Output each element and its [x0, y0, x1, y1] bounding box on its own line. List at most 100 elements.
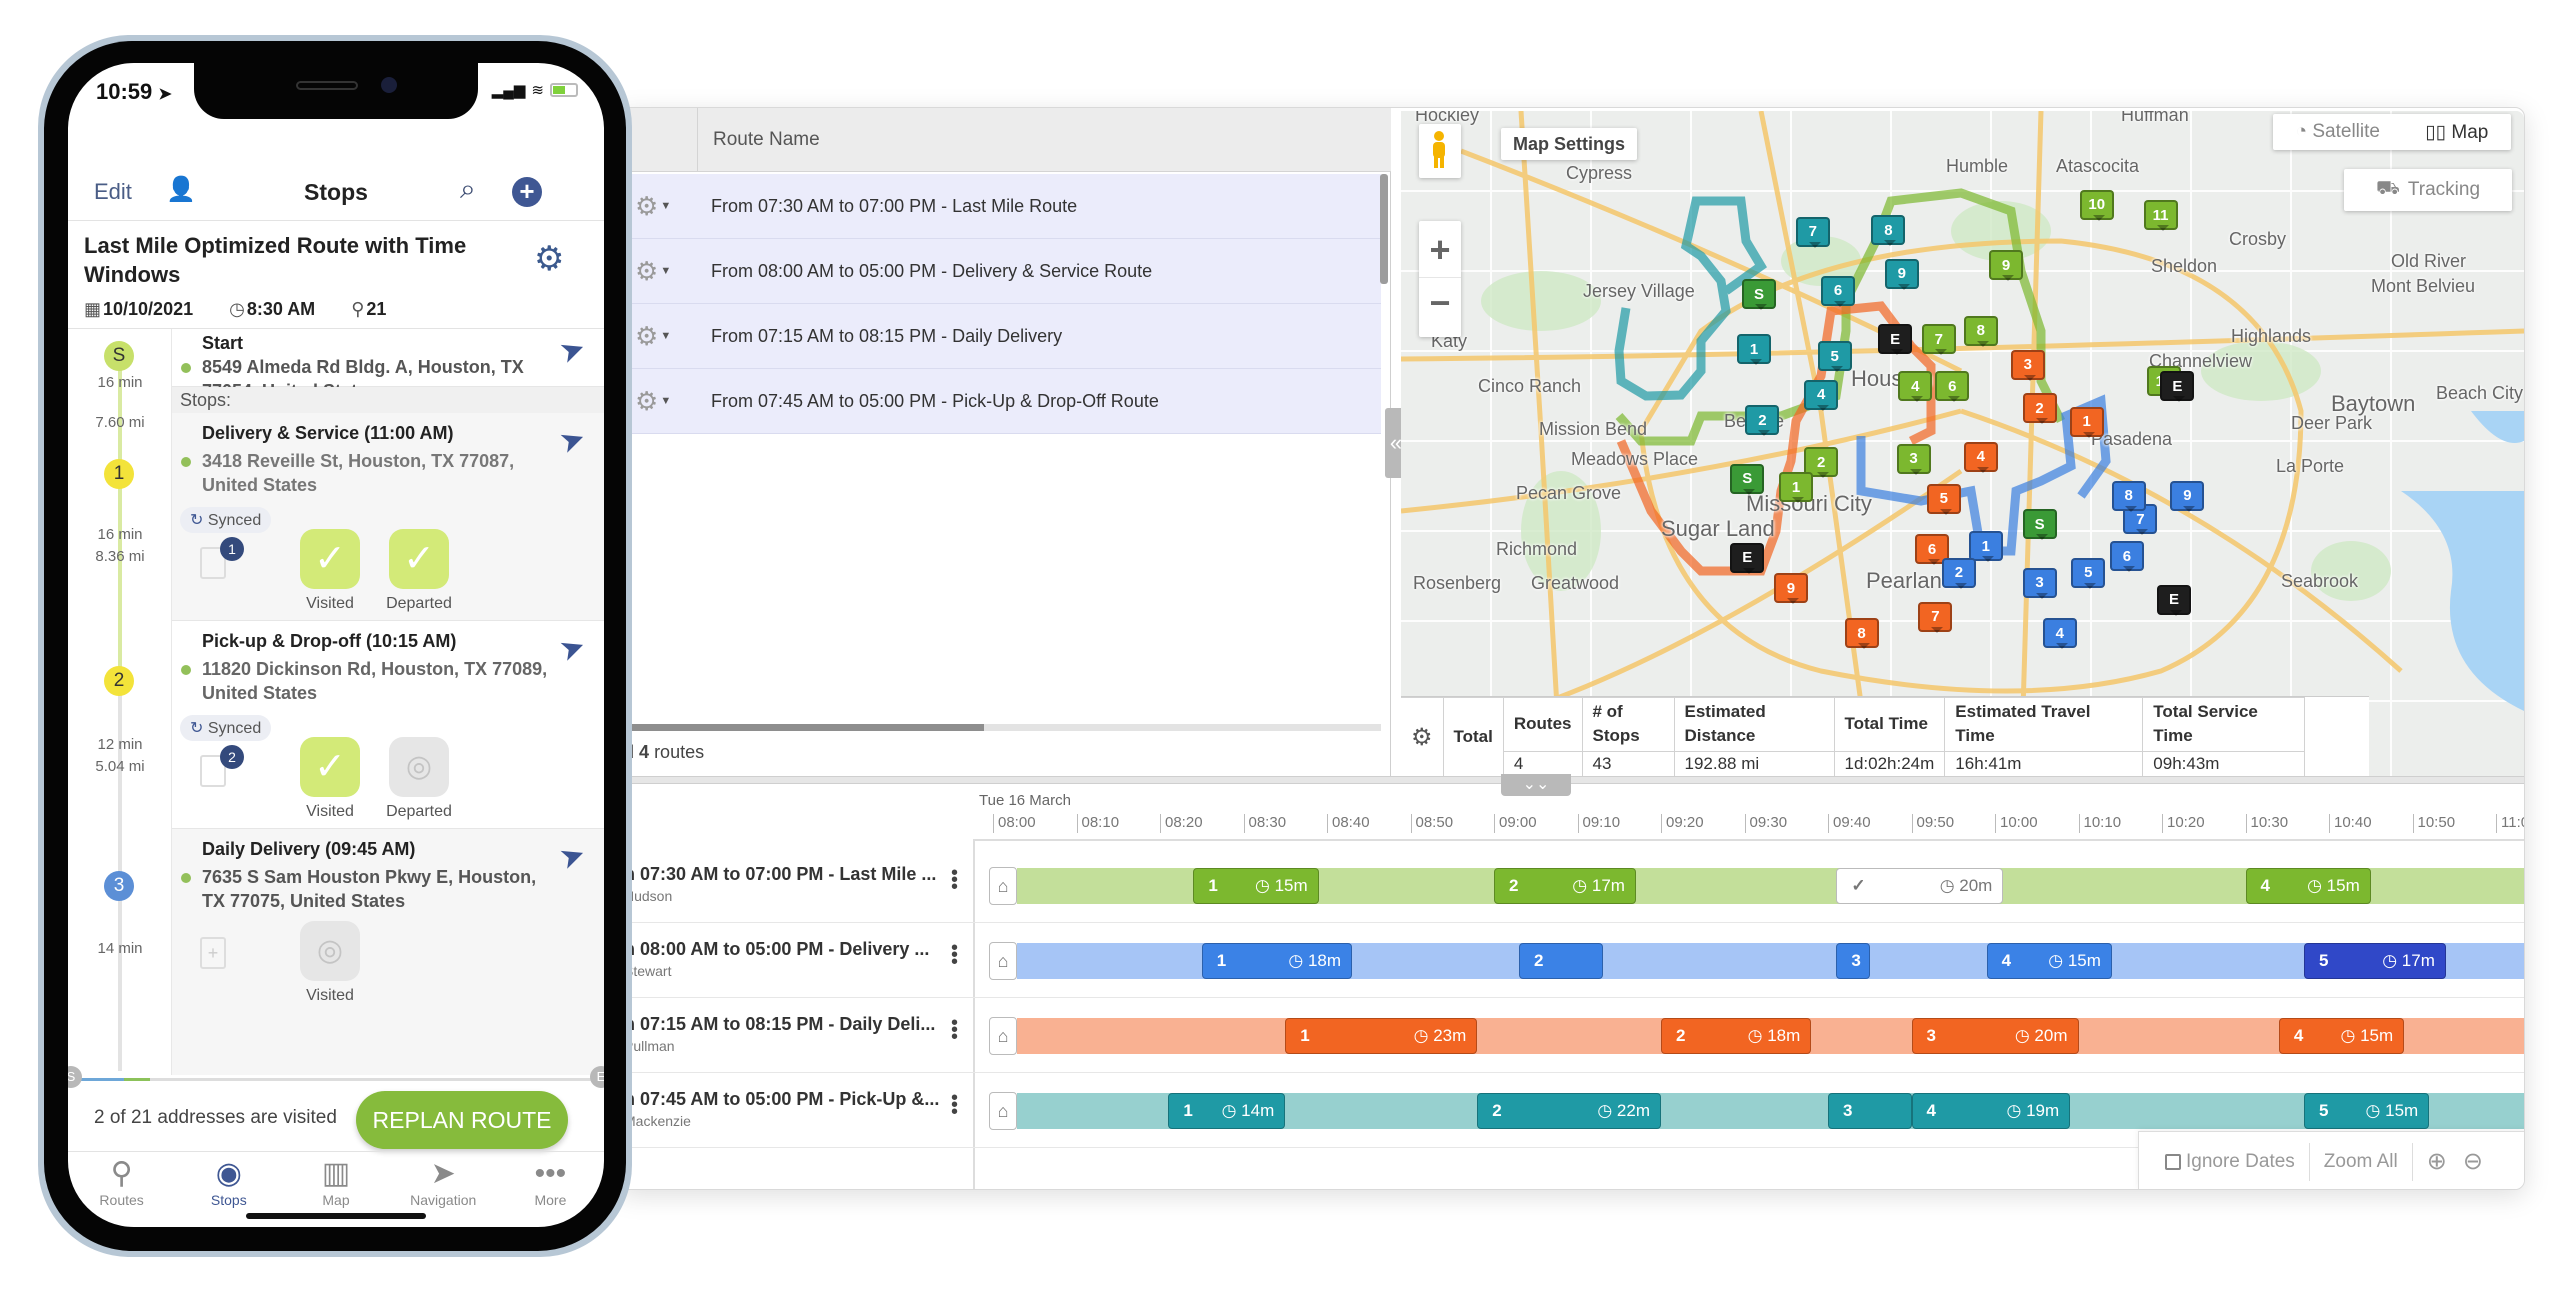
stop-card[interactable]: Pick-up & Drop-off (10:15 AM) 11820 Dick… — [172, 621, 604, 829]
map-stop-marker[interactable]: 7 — [1795, 216, 1830, 248]
map-stop-marker[interactable]: 1 — [1779, 472, 1813, 504]
map-stop-marker[interactable]: 3 — [2010, 349, 2045, 381]
depot-home-icon[interactable]: ⌂ — [989, 942, 1017, 980]
route-settings-dropdown[interactable]: ⚙ ▼ — [635, 256, 683, 287]
scrollbar-thumb[interactable] — [621, 724, 984, 731]
timeline-stop-block[interactable]: 1 ◷ 15m — [1193, 868, 1319, 904]
map-view[interactable]: Hockley Cypress Humble Atascocita Huffman Cro… — [1401, 111, 2524, 776]
map-stop-marker[interactable]: 10 — [2079, 189, 2114, 221]
timeline-stop-block[interactable]: 4 ◷ 15m — [2278, 1018, 2405, 1054]
route-row[interactable]: ⚙ ▼ From 08:00 AM to 05:00 PM - Delivery &… — [621, 239, 1381, 304]
timeline-stop-block[interactable]: 3 ◷ 20m — [1911, 1018, 2079, 1054]
map-stop-marker[interactable]: 6 — [1821, 275, 1855, 307]
tracking-button[interactable]: ⛟ Tracking — [2344, 169, 2512, 211]
route-menu-icon[interactable]: • • • — [951, 863, 958, 897]
map-stop-marker[interactable]: 8 — [1963, 315, 1998, 347]
map-stop-marker[interactable]: E — [2157, 584, 2191, 616]
panel-resize-divider[interactable] — [621, 776, 2524, 784]
route-settings-icon[interactable]: ⚙ — [534, 239, 564, 279]
zoom-out-button[interactable]: − — [1419, 278, 1461, 335]
replan-route-button[interactable]: REPLAN ROUTE — [356, 1091, 568, 1149]
map-stop-marker[interactable]: 1 — [1968, 531, 2003, 562]
timeline-route-name[interactable]: n 07:45 AM to 05:00 PM - Pick-Up &... — [624, 1089, 939, 1110]
timeline-stop-block[interactable]: 4 ◷ 15m — [2245, 868, 2371, 904]
start-card[interactable]: Start 8549 Almeda Rd Bldg. A, Houston, T… — [172, 329, 604, 401]
map-stop-marker[interactable]: 8 — [2111, 480, 2146, 512]
tab-more[interactable]: ••• More — [497, 1152, 604, 1227]
map-stop-marker[interactable]: 4 — [1963, 441, 1998, 473]
street-view-pegman-button[interactable] — [1419, 124, 1461, 178]
timeline-stop-block[interactable]: 3 — [1836, 943, 1871, 979]
timeline-stop-block[interactable]: 1 ◷ 18m — [1201, 943, 1353, 979]
zoom-in-button[interactable]: + — [1419, 221, 1461, 278]
ignore-dates-checkbox[interactable] — [2165, 1153, 2181, 1170]
route-settings-dropdown[interactable]: ⚙ ▼ — [635, 191, 683, 222]
timeline-stop-block[interactable]: ✓ ◷ 20m — [1836, 868, 2004, 904]
map-stop-marker[interactable]: 2 — [1745, 405, 1780, 436]
map-stop-marker[interactable]: E — [1730, 542, 1765, 574]
stop-card[interactable]: Daily Delivery (09:45 AM) 7635 S Sam Hou… — [172, 829, 604, 1075]
map-stop-marker[interactable]: 5 — [1926, 483, 1961, 515]
visited-button[interactable]: ◎ — [300, 921, 360, 981]
route-row[interactable]: ⚙ ▼ From 07:45 AM to 05:00 PM - Pick-Up & … — [621, 369, 1381, 434]
map-stop-marker[interactable]: 11 — [2143, 200, 2178, 232]
route-list-vertical-scrollbar[interactable] — [1380, 174, 1388, 284]
add-stop-button[interactable]: + — [512, 177, 542, 207]
tab-routes[interactable]: ⚲ Routes — [68, 1152, 175, 1227]
zoom-all-button[interactable]: Zoom All — [2324, 1151, 2398, 1173]
route-menu-icon[interactable]: • • • — [951, 938, 958, 972]
map-stop-marker[interactable]: 5 — [1817, 341, 1852, 373]
map-stop-marker[interactable]: 9 — [1884, 258, 1919, 290]
route-row[interactable]: ⚙ ▼ From 07:15 AM to 08:15 PM - Daily Deli… — [621, 304, 1381, 369]
depot-home-icon[interactable]: ⌂ — [989, 1017, 1017, 1055]
map-stop-marker[interactable]: 1 — [2069, 406, 2104, 438]
map-stop-marker[interactable]: 7 — [1921, 324, 1956, 356]
map-stop-marker[interactable]: S — [2022, 509, 2057, 541]
route-menu-icon[interactable]: • • • — [951, 1013, 958, 1047]
timeline-route-name[interactable]: n 08:00 AM to 05:00 PM - Delivery ... — [624, 939, 929, 960]
visited-button[interactable]: ✓ — [300, 529, 360, 589]
map-button[interactable]: ▯▯ Map — [2425, 121, 2488, 144]
map-stop-marker[interactable]: 2 — [1941, 557, 1976, 589]
map-stop-marker[interactable]: 2 — [2022, 393, 2057, 425]
map-stop-marker[interactable]: S — [1742, 279, 1777, 310]
stop-card[interactable]: Delivery & Service (11:00 AM) 3418 Revei… — [172, 413, 604, 621]
map-stop-marker[interactable]: 7 — [1918, 601, 1953, 633]
timeline-stop-block[interactable]: 5 ◷ 15m — [2303, 1093, 2430, 1129]
map-stop-marker[interactable]: 4 — [1804, 379, 1839, 411]
map-stop-marker[interactable]: S — [1730, 463, 1765, 495]
map-stop-marker[interactable]: 5 — [2071, 557, 2106, 589]
timeline-stop-block[interactable]: 3 — [1828, 1093, 1912, 1129]
timeline-stop-block[interactable]: 4 ◷ 15m — [1986, 943, 2112, 979]
depot-home-icon[interactable]: ⌂ — [989, 867, 1017, 905]
edit-button[interactable]: Edit — [94, 179, 132, 205]
timeline-stop-block[interactable]: 1 ◷ 23m — [1285, 1018, 1478, 1054]
timeline-stop-block[interactable]: 1 ◷ 14m — [1168, 1093, 1286, 1129]
map-stop-marker[interactable]: E — [2160, 371, 2195, 403]
timeline-route-name[interactable]: n 07:30 AM to 07:00 PM - Last Mile ... — [624, 864, 936, 885]
map-stop-marker[interactable]: 1 — [1737, 334, 1771, 366]
add-note-icon[interactable]: + — [200, 937, 226, 969]
totals-settings-icon[interactable]: ⚙ — [1401, 697, 1444, 776]
map-stop-marker[interactable]: 3 — [1896, 443, 1931, 475]
map-stop-marker[interactable]: 9 — [2170, 480, 2205, 512]
timeline-stop-block[interactable]: 2 ◷ 22m — [1477, 1093, 1661, 1129]
depot-home-icon[interactable]: ⌂ — [989, 1092, 1017, 1130]
ignore-dates-label[interactable]: Ignore Dates — [2186, 1151, 2295, 1173]
map-stop-marker[interactable]: 3 — [2022, 567, 2057, 599]
route-row[interactable]: ⚙ ▼ From 07:30 AM to 07:00 PM - Last Mile … — [621, 174, 1381, 239]
zoom-out-icon[interactable]: ⊖ — [2463, 1147, 2483, 1176]
route-name-column-header[interactable]: Route Name — [713, 129, 820, 151]
route-settings-dropdown[interactable]: ⚙ ▼ — [635, 321, 683, 352]
route-settings-dropdown[interactable]: ⚙ ▼ — [635, 386, 683, 417]
timeline-stop-block[interactable]: 2 ◷ 17m — [1494, 868, 1636, 904]
map-stop-marker[interactable]: E — [1878, 324, 1913, 356]
timeline-route-name[interactable]: n 07:15 AM to 08:15 PM - Daily Deli... — [624, 1014, 935, 1035]
timeline-stop-block[interactable]: 2 — [1519, 943, 1603, 979]
search-icon[interactable]: ⌕ — [460, 173, 476, 206]
visited-button[interactable]: ✓ — [300, 737, 360, 797]
timeline-stop-block[interactable]: 4 ◷ 19m — [1911, 1093, 2071, 1129]
timeline-stop-block[interactable]: 5 ◷ 17m — [2303, 943, 2446, 979]
map-stop-marker[interactable]: 4 — [2042, 618, 2077, 650]
departed-button[interactable]: ◎ — [389, 737, 449, 797]
